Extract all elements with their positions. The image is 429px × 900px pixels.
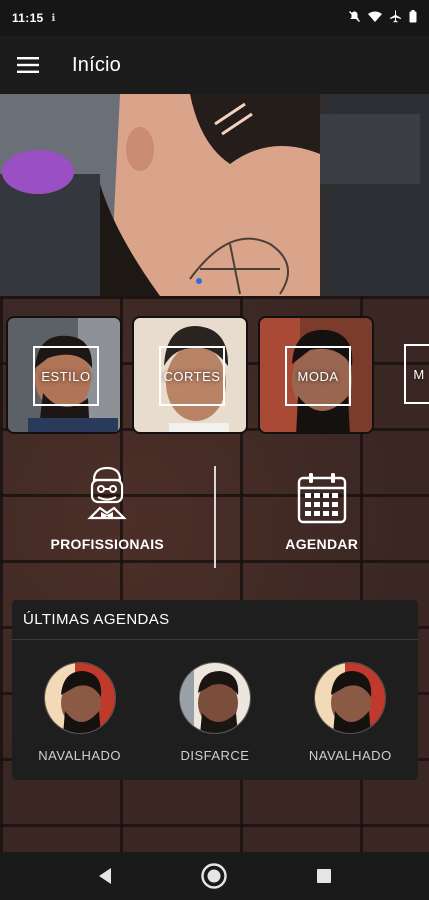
airplane-icon xyxy=(389,10,402,26)
professionals-label: PROFISSIONAIS xyxy=(50,536,165,552)
battery-icon xyxy=(409,10,417,26)
recent-schedule-item[interactable]: NAVALHADO xyxy=(20,662,140,763)
home-icon xyxy=(201,863,228,889)
recents-button[interactable] xyxy=(304,856,344,896)
schedule-button[interactable]: AGENDAR xyxy=(215,462,429,572)
status-icons xyxy=(348,10,417,26)
service-avatar xyxy=(43,662,116,734)
category-label: MODA xyxy=(297,368,339,384)
menu-icon xyxy=(17,57,39,73)
recent-schedules-title: ÚLTIMAS AGENDAS xyxy=(12,600,418,640)
notification-icon: ℹ xyxy=(51,12,56,24)
back-icon xyxy=(98,868,111,884)
category-partial[interactable]: M xyxy=(384,316,429,434)
category-estilo[interactable]: ESTILO xyxy=(6,316,122,434)
recent-schedule-item[interactable]: NAVALHADO xyxy=(290,662,410,763)
category-label: CORTES xyxy=(163,368,221,384)
service-avatar xyxy=(314,662,387,734)
category-cortes[interactable]: CORTES xyxy=(132,316,248,434)
service-avatar xyxy=(178,662,251,734)
service-name: NAVALHADO xyxy=(308,748,392,763)
category-moda[interactable]: MODA xyxy=(258,316,374,434)
recent-schedules-list: NAVALHADO DISFARCE NAVALHADO xyxy=(12,640,418,763)
page-title: Início xyxy=(72,53,122,76)
service-name: NAVALHADO xyxy=(38,748,122,763)
action-divider xyxy=(214,466,216,568)
menu-button[interactable] xyxy=(0,36,56,94)
system-nav-bar xyxy=(0,852,429,900)
status-time: 11:15 xyxy=(12,11,44,25)
recents-icon xyxy=(317,869,332,883)
categories-carousel[interactable]: ESTILO CORTES MODA M xyxy=(6,316,429,436)
category-frame: M xyxy=(404,344,429,404)
category-frame: CORTES xyxy=(159,346,225,406)
status-bar: 11:15 ℹ xyxy=(0,0,429,36)
app-bar: Início xyxy=(0,36,429,94)
professionals-button[interactable]: PROFISSIONAIS xyxy=(0,462,215,572)
home-button[interactable] xyxy=(194,856,234,896)
barber-icon xyxy=(87,466,127,520)
mute-icon xyxy=(348,10,361,26)
category-frame: ESTILO xyxy=(33,346,99,406)
recent-schedule-item[interactable]: DISFARCE xyxy=(155,662,275,763)
service-name: DISFARCE xyxy=(180,748,250,763)
category-label: M xyxy=(413,366,425,382)
hero-image xyxy=(0,94,429,296)
recent-schedules-card: ÚLTIMAS AGENDAS NAVALHADO DISFARCE NAVAL… xyxy=(12,600,418,780)
wifi-icon xyxy=(368,11,382,26)
calendar-icon xyxy=(297,473,346,524)
action-buttons: PROFISSIONAIS AGENDAR xyxy=(0,462,429,572)
schedule-label: AGENDAR xyxy=(285,536,359,552)
category-label: ESTILO xyxy=(41,368,91,384)
back-button[interactable] xyxy=(85,856,125,896)
category-frame: MODA xyxy=(285,346,351,406)
